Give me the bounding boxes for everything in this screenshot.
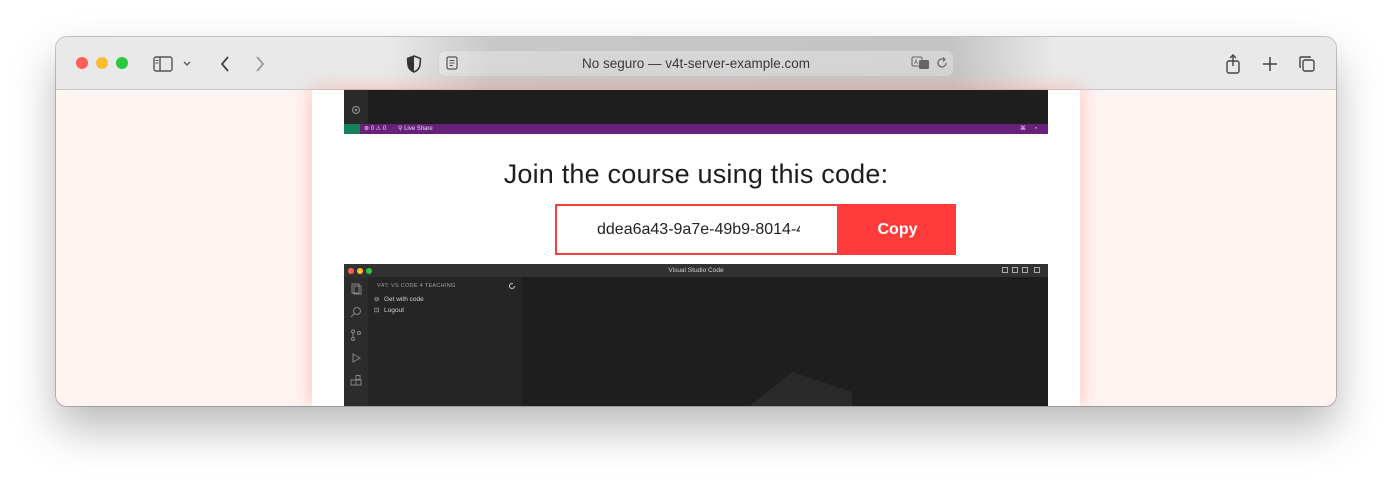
vscode-screenshot-top: ⊗ 0 ⚠ 0 ⚲ Live Share ⌘ ◔ (344, 90, 1048, 134)
course-code-value: ddea6a43-9a7e-49b9-8014-4 (597, 221, 800, 238)
link-icon: ⊖ (374, 296, 380, 303)
logout-icon: ⊡ (374, 307, 380, 314)
shield-icon[interactable] (403, 53, 425, 75)
activity-bar (344, 90, 368, 124)
source-control-icon (351, 329, 361, 341)
vscode-window-title: Visual Studio Code (668, 267, 724, 274)
vscode-zoom-dot (366, 268, 372, 274)
reload-icon[interactable] (935, 56, 949, 75)
minimize-window-button[interactable] (96, 57, 108, 69)
tabs-overview-icon[interactable] (1296, 53, 1318, 75)
status-bar: ⊗ 0 ⚠ 0 ⚲ Live Share ⌘ ◔ (344, 124, 1048, 134)
back-icon[interactable] (214, 53, 236, 75)
vscode-watermark-logo (749, 372, 852, 406)
vscode-minimize-dot (357, 268, 363, 274)
chevron-down-icon[interactable] (181, 53, 193, 75)
feedback-icon: ⌘ (1020, 126, 1026, 132)
remote-icon (344, 124, 360, 134)
address-bar[interactable]: No seguro — v4t-server-example.com A (438, 50, 954, 77)
search-icon (350, 307, 361, 318)
page-container: ⊗ 0 ⚠ 0 ⚲ Live Share ⌘ ◔ Join the course… (312, 90, 1080, 406)
sidebar-icon[interactable] (152, 53, 174, 75)
share-icon[interactable] (1222, 53, 1244, 75)
browser-window: No seguro — v4t-server-example.com A ⊗ 0… (56, 37, 1336, 406)
extensions-icon (350, 375, 362, 386)
layout-icon (1022, 267, 1028, 273)
vscode-close-dot (348, 268, 354, 274)
layout-icon (1034, 267, 1040, 273)
course-code-field[interactable]: ddea6a43-9a7e-49b9-8014-4 (555, 204, 839, 255)
run-debug-icon (352, 353, 362, 363)
vscode-sidebar: V4T: VS CODE 4 TEACHING ⊖ Get with code ⊡… (368, 277, 522, 406)
new-tab-icon[interactable] (1259, 53, 1281, 75)
web-content: ⊗ 0 ⚠ 0 ⚲ Live Share ⌘ ◔ Join the course… (56, 90, 1336, 406)
refresh-icon (509, 283, 515, 289)
layout-icon (1012, 267, 1018, 273)
browser-toolbar: No seguro — v4t-server-example.com A (56, 37, 1336, 90)
copy-button[interactable]: Copy (839, 204, 956, 255)
list-item: ⊖ Get with code (374, 295, 424, 303)
address-text: No seguro — v4t-server-example.com (581, 56, 811, 71)
live-share-label: Live Share (404, 126, 433, 132)
files-icon (351, 283, 362, 295)
svg-text:A: A (914, 59, 919, 66)
page-title: Join the course using this code: (503, 159, 889, 189)
list-item: ⊡ Logout (374, 306, 404, 314)
close-window-button[interactable] (76, 57, 88, 69)
bell-icon: ◔ (1034, 126, 1038, 132)
problems-status: ⊗ 0 ⚠ 0 (364, 126, 387, 132)
vscode-activity-bar (344, 277, 368, 406)
list-item-label: Get with code (384, 296, 424, 303)
list-item-label: Logout (384, 307, 404, 314)
gear-icon (351, 105, 361, 115)
vscode-screenshot-bottom: Visual Studio Code V4T: VS CODE 4 TEACHI… (344, 264, 1048, 406)
translate-icon[interactable]: A (911, 56, 931, 75)
vscode-title-bar: Visual Studio Code (344, 264, 1048, 277)
zoom-window-button[interactable] (116, 57, 128, 69)
forward-icon[interactable] (249, 53, 271, 75)
panel-title: V4T: VS CODE 4 TEACHING (377, 283, 456, 289)
live-share-status: ⚲ Live Share (398, 126, 433, 132)
layout-icon (1002, 267, 1008, 273)
vscode-editor-area (522, 277, 1048, 406)
